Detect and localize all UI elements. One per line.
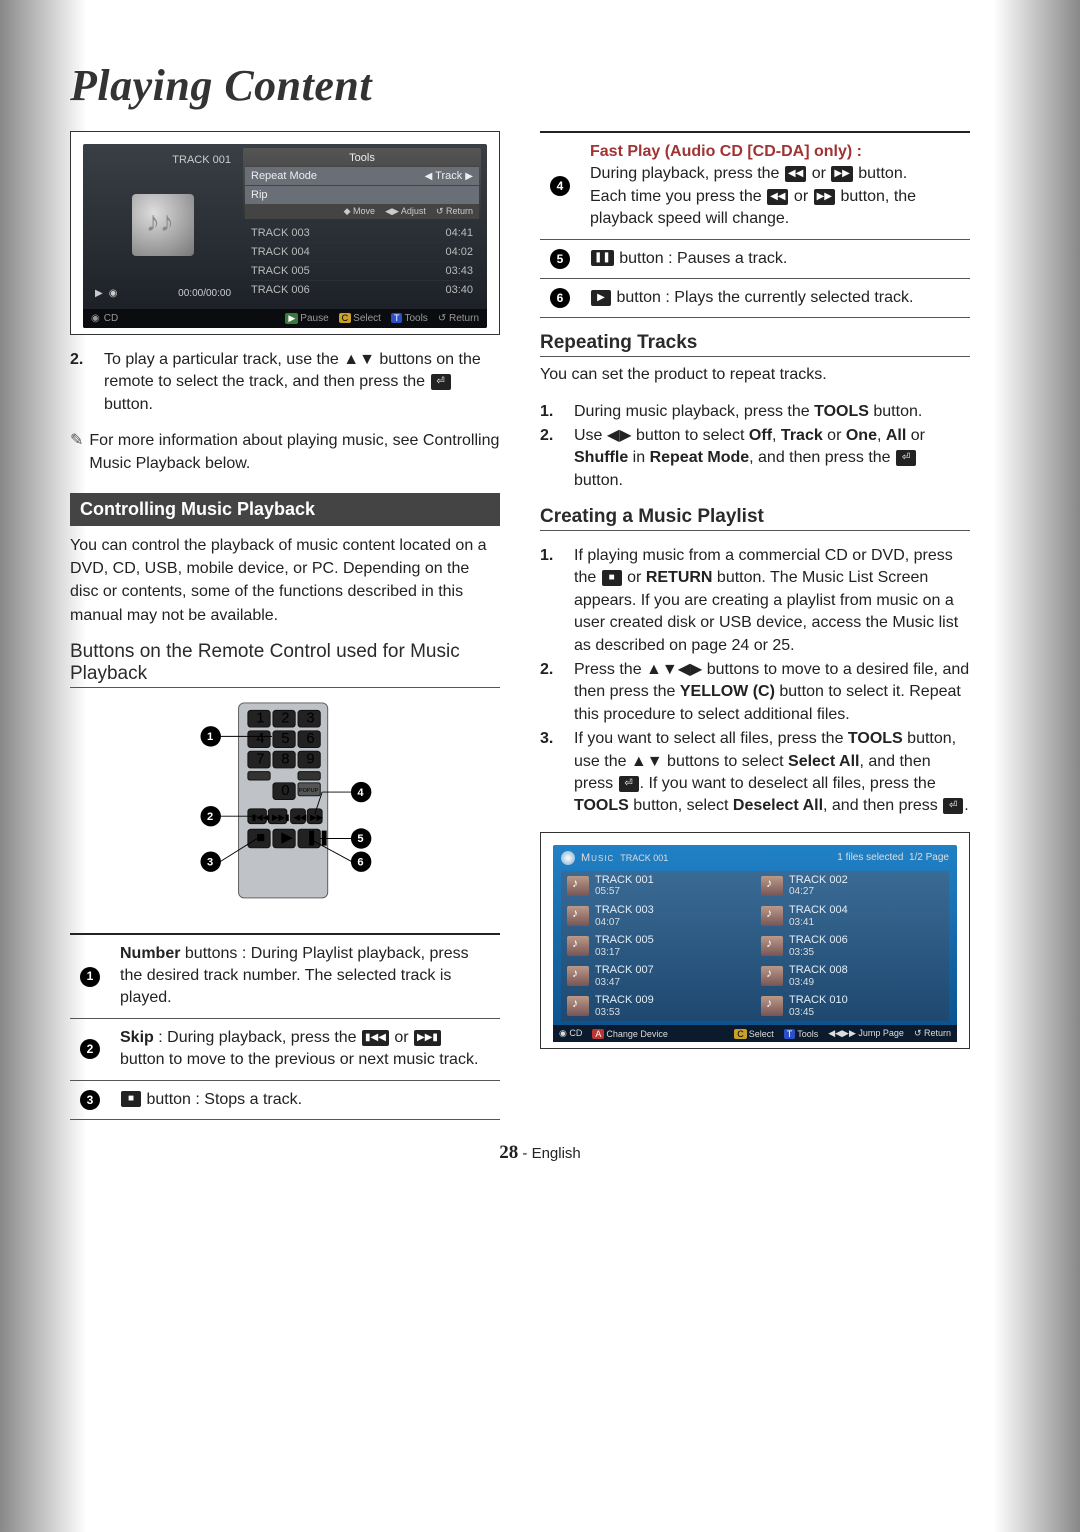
rip-label: Rip <box>251 189 268 201</box>
svg-text:0: 0 <box>281 783 289 799</box>
svg-text:5: 5 <box>281 731 289 747</box>
right-column: 4 Fast Play (Audio CD [CD-DA] only) : Du… <box>540 131 970 1120</box>
tools-header: Tools <box>245 150 479 166</box>
svg-text:◀◀: ◀◀ <box>293 812 306 822</box>
legend-row-5: 5 ❚❚ button : Pauses a track. <box>540 239 970 278</box>
track-row[interactable]: TRACK 00304:41 <box>251 224 473 243</box>
pause-icon: ❚❚ <box>591 250 614 266</box>
music-item[interactable]: TRACK 00903:53 <box>561 991 755 1021</box>
repeat-step-1: During music playback, press the TOOLS b… <box>574 401 922 423</box>
music-item[interactable]: TRACK 00703:47 <box>561 961 755 991</box>
music-grid: TRACK 00105:57 TRACK 00204:27 TRACK 0030… <box>561 871 949 1022</box>
playlist-step-3: If you want to select all files, press t… <box>574 728 970 818</box>
track-row[interactable]: TRACK 00404:02 <box>251 243 473 262</box>
svg-text:6: 6 <box>357 856 363 868</box>
svg-text:1: 1 <box>207 731 213 743</box>
svg-text:▶: ▶ <box>281 830 293 846</box>
music-screen-footer: ◉ CD AChange Device CSelect TTools ◀◀▶▶ … <box>553 1025 957 1042</box>
skip-next-icon: ▶▶▮ <box>414 1030 441 1046</box>
play-icon: ▶ <box>591 290 611 306</box>
disc-icon: ◉ <box>91 313 100 324</box>
fastfwd-icon: ▶▶ <box>831 166 852 182</box>
music-item[interactable]: TRACK 00204:27 <box>755 871 949 901</box>
svg-text:▶▶: ▶▶ <box>310 812 323 822</box>
svg-text:2: 2 <box>207 811 213 823</box>
enter-button-icon: ⏎ <box>896 450 916 466</box>
page-number: 28 - English <box>70 1142 1010 1164</box>
enter-button-icon: ⏎ <box>943 798 963 814</box>
playlist-step-2: Press the ▲▼◀▶ buttons to move to a desi… <box>574 659 970 726</box>
music-item[interactable]: TRACK 00105:57 <box>561 871 755 901</box>
svg-text:▶▶▮: ▶▶▮ <box>272 812 289 822</box>
svg-text:4: 4 <box>357 786 364 798</box>
svg-text:▮◀◀: ▮◀◀ <box>252 812 270 822</box>
svg-text:2: 2 <box>281 710 289 726</box>
stop-icon: ■ <box>121 1091 141 1107</box>
step-2-text: To play a particular track, use the ▲▼ b… <box>104 349 500 416</box>
tools-hint-bar: ◆ Move ◀▶ Adjust ↺ Return <box>245 204 479 219</box>
track-list: TRACK 00304:41 TRACK 00404:02 TRACK 0050… <box>243 222 481 303</box>
svg-text:3: 3 <box>306 710 314 726</box>
skip-prev-icon: ▮◀◀ <box>362 1030 389 1046</box>
svg-text:4: 4 <box>256 731 264 747</box>
note-text: For more information about playing music… <box>70 430 500 475</box>
svg-text:8: 8 <box>281 751 289 767</box>
music-item[interactable]: TRACK 00503:17 <box>561 931 755 961</box>
cd-player-screen-preview: TRACK 001 ▶ ◉ 00:00/00:00 Tools Repeat <box>70 131 500 335</box>
svg-text:9: 9 <box>306 751 314 767</box>
repeat-mode-row[interactable]: Repeat Mode ◀ Track ▶ <box>245 166 479 185</box>
rewind-icon: ◀◀ <box>785 166 806 182</box>
page-title: Playing Content <box>70 60 1010 111</box>
legend-row-4: 4 Fast Play (Audio CD [CD-DA] only) : Du… <box>540 132 970 239</box>
screen-footer: ◉CD ▶Pause CSelect TTools ↺ Return <box>83 309 487 328</box>
music-item[interactable]: TRACK 01003:45 <box>755 991 949 1021</box>
track-row[interactable]: TRACK 00603:40 <box>251 281 473 299</box>
music-list-screen-preview: Music TRACK 001 1 files selected 1/2 Pag… <box>540 832 970 1050</box>
svg-text:6: 6 <box>306 731 314 747</box>
intro-paragraph: You can control the playback of music co… <box>70 534 500 627</box>
legend-row-6: 6 ▶ button : Plays the currently selecte… <box>540 278 970 317</box>
time-readout: 00:00/00:00 <box>178 288 231 299</box>
album-art-icon <box>132 194 194 256</box>
repeat-mode-label: Repeat Mode <box>251 170 317 182</box>
track-label: TRACK 001 <box>95 154 231 166</box>
svg-text:■: ■ <box>256 830 265 846</box>
enter-button-icon: ⏎ <box>619 776 639 792</box>
svg-text:POPUP: POPUP <box>299 788 319 794</box>
remote-diagram: 123 456 789 0 POPUP ▮◀◀▶▶▮ ◀◀▶▶ ■▶❚❚ 1 2… <box>70 696 500 921</box>
legend-row-2: 2 Skip : During playback, press the ▮◀◀ … <box>70 1018 500 1080</box>
fastfwd-icon: ▶▶ <box>814 189 835 205</box>
music-item[interactable]: TRACK 00803:49 <box>755 961 949 991</box>
legend-row-1: 1 Number buttons : During Playlist playb… <box>70 934 500 1019</box>
play-icon: ▶ <box>95 288 103 299</box>
disc-icon <box>561 851 575 865</box>
stop-icon: ■ <box>602 570 622 586</box>
music-item[interactable]: TRACK 00603:35 <box>755 931 949 961</box>
disc-icon: ◉ <box>109 288 118 299</box>
left-column: TRACK 001 ▶ ◉ 00:00/00:00 Tools Repeat <box>70 131 500 1120</box>
svg-text:7: 7 <box>256 751 264 767</box>
music-item[interactable]: TRACK 00304:07 <box>561 901 755 931</box>
subsection-heading: Creating a Music Playlist <box>540 506 970 531</box>
enter-button-icon: ⏎ <box>431 374 451 390</box>
subsection-heading: Buttons on the Remote Control used for M… <box>70 641 500 688</box>
subsection-heading: Repeating Tracks <box>540 332 970 357</box>
section-heading: Controlling Music Playback <box>70 493 500 526</box>
repeat-intro: You can set the product to repeat tracks… <box>540 363 970 386</box>
svg-text:5: 5 <box>357 833 363 845</box>
playlist-step-1: If playing music from a commercial CD or… <box>574 545 970 657</box>
repeat-mode-value: ◀ Track ▶ <box>425 170 473 182</box>
svg-text:1: 1 <box>256 710 264 726</box>
remote-legend-table: 1 Number buttons : During Playlist playb… <box>70 933 500 1120</box>
repeat-step-2: Use ◀▶ button to select Off, Track or On… <box>574 425 970 492</box>
legend-row-3: 3 ■ button : Stops a track. <box>70 1080 500 1119</box>
rip-row[interactable]: Rip <box>245 185 479 204</box>
rewind-icon: ◀◀ <box>767 189 788 205</box>
track-row[interactable]: TRACK 00503:43 <box>251 262 473 281</box>
svg-text:3: 3 <box>207 856 213 868</box>
music-item[interactable]: TRACK 00403:41 <box>755 901 949 931</box>
music-screen-header: Music TRACK 001 1 files selected 1/2 Pag… <box>561 851 949 865</box>
